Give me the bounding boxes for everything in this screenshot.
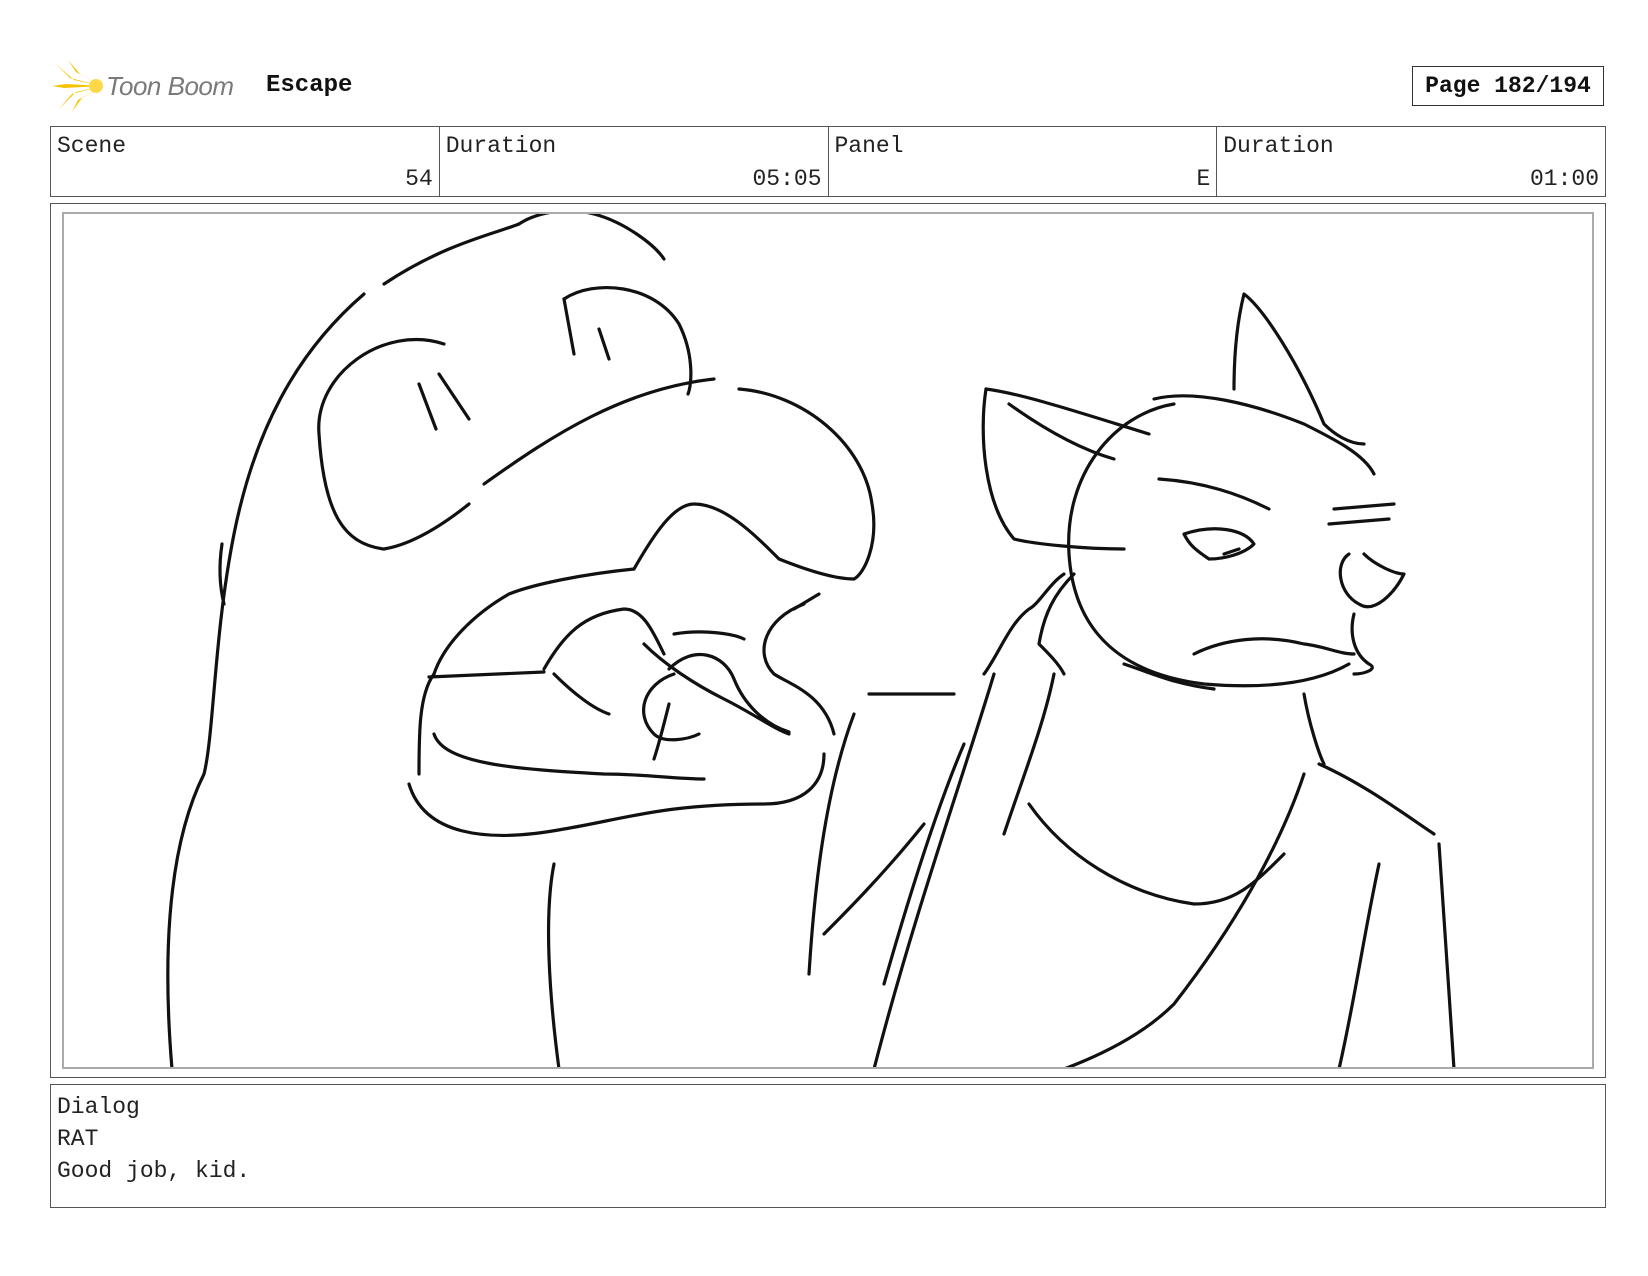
- rat-mouth-lower: [432, 567, 636, 676]
- cat-muzzle: [1338, 552, 1406, 609]
- dialog-box: Dialog RAT Good job, kid.: [50, 1084, 1606, 1208]
- cat-eye: [1182, 527, 1256, 561]
- info-table: Scene 54 Duration 05:05 Panel E Duration…: [50, 126, 1606, 197]
- cat-whisker1: [1332, 502, 1396, 511]
- rat-hand-claw: [642, 672, 701, 742]
- cat-hand: [882, 742, 966, 986]
- rat-arm-lower: [432, 732, 706, 781]
- dialog-label: Dialog: [57, 1094, 140, 1120]
- sketch-drawing: [166, 214, 1456, 1067]
- rat-body-outline: [166, 292, 366, 1067]
- panel-cell: Panel E: [829, 127, 1218, 196]
- cat-body-far-right: [1437, 842, 1456, 1067]
- cat-arm: [807, 712, 856, 976]
- panel-duration-cell: Duration 01:00: [1217, 127, 1605, 196]
- cat-shoulder: [1317, 762, 1436, 836]
- cat-body-right: [1064, 772, 1306, 1067]
- toon-boom-logo: Toon Boom: [52, 58, 234, 114]
- cat-neck-line: [1002, 672, 1056, 836]
- rat-eye-right-b: [597, 327, 611, 361]
- cat-body-inner: [1337, 862, 1381, 1067]
- cat-chest-left: [872, 672, 996, 1067]
- project-title: Escape: [266, 72, 353, 99]
- panel-value: E: [1196, 166, 1211, 192]
- scene-label: Scene: [57, 133, 127, 159]
- cat-arm-b: [822, 822, 926, 936]
- rat-back-line: [218, 542, 226, 606]
- rat-snout-front: [737, 387, 876, 581]
- cat-mouth: [1192, 637, 1356, 656]
- scene-duration-label: Duration: [445, 133, 557, 159]
- cat-neck-left-b: [1037, 572, 1076, 676]
- cat-ear-left: [981, 387, 1126, 551]
- cat-chest: [1027, 802, 1286, 906]
- cat-whisker2: [1327, 517, 1391, 526]
- cat-brow: [1157, 477, 1271, 511]
- scene-cell: Scene 54: [51, 127, 440, 196]
- rat-arm-upper: [427, 670, 546, 679]
- rat-hand-tip: [672, 630, 746, 641]
- cat-cheek: [1302, 692, 1326, 766]
- cat-muzzle-b: [1350, 612, 1374, 676]
- cat-ear-left-b: [984, 387, 1151, 436]
- rat-hand-claw2: [652, 702, 671, 761]
- cat-head-top: [1152, 394, 1376, 476]
- rat-eye-left: [417, 382, 438, 431]
- rat-hand-knuckle2: [792, 592, 821, 611]
- rat-eye-patch-right: [562, 286, 693, 396]
- rat-arm-top: [417, 672, 436, 776]
- rat-eye-patch-left: [317, 337, 471, 551]
- rat-eye-left-b: [437, 372, 471, 421]
- dialog-character: RAT: [57, 1126, 99, 1152]
- rat-lower-body: [546, 862, 561, 1067]
- rat-mouth: [632, 502, 856, 581]
- rat-arm-bottom: [407, 752, 826, 837]
- rat-hand-finger4: [667, 652, 791, 734]
- panel-frame: [50, 203, 1606, 1078]
- scene-duration-value: 05:05: [752, 166, 822, 192]
- scene-value: 54: [405, 166, 433, 192]
- rat-head-top: [382, 214, 666, 286]
- starburst-icon: [52, 60, 103, 112]
- panel-duration-label: Duration: [1223, 133, 1334, 159]
- brand-name: Toon Boom: [106, 70, 234, 101]
- dialog-line: Good job, kid.: [57, 1158, 251, 1184]
- scene-duration-cell: Duration 05:05: [440, 127, 829, 196]
- panel-image: [62, 212, 1594, 1069]
- rat-hand-finger2: [552, 672, 611, 716]
- panel-duration-value: 01:00: [1529, 166, 1599, 192]
- rat-snout-top: [482, 377, 716, 486]
- rat-eye-right: [562, 297, 576, 356]
- rat-hand-knuckle: [762, 602, 836, 736]
- panel-label: Panel: [834, 133, 904, 159]
- rat-hand-finger1: [542, 607, 666, 671]
- page-number: Page 182/194: [1412, 66, 1604, 106]
